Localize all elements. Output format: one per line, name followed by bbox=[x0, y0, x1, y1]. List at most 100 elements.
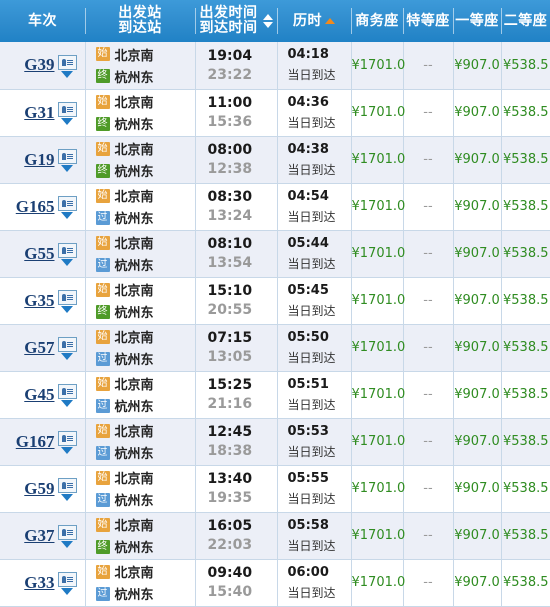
cell-first-price[interactable]: ¥907.0 bbox=[453, 559, 502, 607]
cell-business-price[interactable]: ¥1701.0 bbox=[351, 559, 405, 607]
chevron-down-icon[interactable] bbox=[61, 494, 73, 501]
cell-business-price[interactable]: ¥1701.0 bbox=[351, 465, 405, 513]
train-code-link[interactable]: G37 bbox=[24, 526, 54, 546]
column-header-duration[interactable]: 历时 bbox=[277, 0, 351, 42]
chevron-down-icon[interactable] bbox=[61, 118, 73, 125]
cell-premium-price[interactable]: -- bbox=[403, 559, 454, 607]
cell-first-price[interactable]: ¥907.0 bbox=[453, 324, 502, 372]
sort-control-times[interactable] bbox=[262, 14, 273, 28]
train-code-link[interactable]: G57 bbox=[24, 338, 54, 358]
train-detail-icon[interactable] bbox=[57, 525, 77, 540]
cell-first-price[interactable]: ¥907.0 bbox=[453, 465, 502, 513]
cell-premium-price[interactable]: -- bbox=[403, 230, 454, 278]
train-code-link[interactable]: G33 bbox=[24, 573, 54, 593]
cell-first-price[interactable]: ¥907.0 bbox=[453, 230, 502, 278]
cell-business-price[interactable]: ¥1701.0 bbox=[351, 371, 405, 419]
cell-business-price[interactable]: ¥1701.0 bbox=[351, 324, 405, 372]
cell-first-price[interactable]: ¥907.0 bbox=[453, 183, 502, 231]
cell-second-price[interactable]: ¥538.5 bbox=[501, 136, 550, 184]
table-row[interactable]: G31 始北京南终杭州东 11:00 15:36 04:36 当日到达 ¥1701.0 -- ¥… bbox=[0, 89, 550, 137]
cell-premium-price[interactable]: -- bbox=[403, 89, 454, 137]
train-code-link[interactable]: G167 bbox=[16, 432, 55, 452]
chevron-down-icon[interactable] bbox=[61, 447, 73, 454]
train-detail-icon[interactable] bbox=[57, 431, 77, 446]
train-detail-icon[interactable] bbox=[57, 243, 77, 258]
cell-second-price[interactable]: ¥538.5 bbox=[501, 559, 550, 607]
train-detail-icon[interactable] bbox=[57, 572, 77, 587]
train-code-link[interactable]: G165 bbox=[16, 197, 55, 217]
cell-second-price[interactable]: ¥538.5 bbox=[501, 418, 550, 466]
table-row[interactable]: G45 始北京南过杭州东 15:25 21:16 05:51 当日到达 ¥1701.0 -- ¥… bbox=[0, 371, 550, 419]
sort-ascending-icon[interactable] bbox=[262, 14, 273, 20]
train-code-link[interactable]: G31 bbox=[24, 103, 54, 123]
train-code-link[interactable]: G19 bbox=[24, 150, 54, 170]
cell-premium-price[interactable]: -- bbox=[403, 418, 454, 466]
column-header-second-class[interactable]: 二等座 bbox=[501, 0, 550, 42]
table-row[interactable]: G165 始北京南过杭州东 08:30 13:24 04:54 当日到达 ¥1701.0 --… bbox=[0, 183, 550, 231]
column-header-business-class[interactable]: 商务座 bbox=[351, 0, 403, 42]
cell-second-price[interactable]: ¥538.5 bbox=[501, 230, 550, 278]
train-detail-icon[interactable] bbox=[57, 384, 77, 399]
cell-premium-price[interactable]: -- bbox=[403, 183, 454, 231]
chevron-down-icon[interactable] bbox=[61, 165, 73, 172]
cell-second-price[interactable]: ¥538.5 bbox=[501, 42, 550, 90]
train-detail-icon[interactable] bbox=[57, 478, 77, 493]
table-row[interactable]: G35 始北京南终杭州东 15:10 20:55 05:45 当日到达 ¥1701.0 -- ¥… bbox=[0, 277, 550, 325]
cell-business-price[interactable]: ¥1701.0 bbox=[351, 42, 405, 90]
cell-second-price[interactable]: ¥538.5 bbox=[501, 465, 550, 513]
train-detail-icon[interactable] bbox=[57, 149, 77, 164]
cell-second-price[interactable]: ¥538.5 bbox=[501, 371, 550, 419]
column-header-premium-class[interactable]: 特等座 bbox=[403, 0, 453, 42]
train-detail-icon[interactable] bbox=[57, 54, 77, 70]
table-row[interactable]: G19 始北京南终杭州东 08:00 12:38 04:38 当日到达 ¥1701.0 -- ¥… bbox=[0, 136, 550, 184]
cell-premium-price[interactable]: -- bbox=[403, 465, 454, 513]
train-detail-icon[interactable] bbox=[57, 290, 77, 305]
chevron-down-icon[interactable] bbox=[61, 400, 73, 407]
cell-business-price[interactable]: ¥1701.0 bbox=[351, 418, 405, 466]
table-row[interactable]: G33 始北京南过杭州东 09:40 15:40 06:00 当日到达 ¥1701.0 -- ¥… bbox=[0, 559, 550, 607]
chevron-down-icon[interactable] bbox=[61, 588, 73, 595]
chevron-down-icon[interactable] bbox=[61, 212, 73, 219]
cell-premium-price[interactable]: -- bbox=[403, 277, 454, 325]
column-header-first-class[interactable]: 一等座 bbox=[453, 0, 501, 42]
train-code-link[interactable]: G59 bbox=[24, 479, 54, 499]
train-code-link[interactable]: G39 bbox=[24, 55, 54, 75]
cell-first-price[interactable]: ¥907.0 bbox=[453, 136, 502, 184]
column-header-times[interactable]: 出发时间 到达时间 bbox=[195, 0, 277, 42]
cell-second-price[interactable]: ¥538.5 bbox=[501, 89, 550, 137]
train-detail-icon[interactable] bbox=[57, 196, 77, 211]
sort-ascending-icon-active[interactable] bbox=[325, 18, 335, 24]
train-code-link[interactable]: G35 bbox=[24, 291, 54, 311]
table-row[interactable]: G39 始北京南终杭州东 19:04 23:22 04:18 当日到达 ¥1701.0 -- ¥… bbox=[0, 42, 550, 90]
cell-first-price[interactable]: ¥907.0 bbox=[453, 512, 502, 560]
cell-business-price[interactable]: ¥1701.0 bbox=[351, 183, 405, 231]
cell-premium-price[interactable]: -- bbox=[403, 136, 454, 184]
table-row[interactable]: G167 始北京南过杭州东 12:45 18:38 05:53 当日到达 ¥1701.0 --… bbox=[0, 418, 550, 466]
cell-second-price[interactable]: ¥538.5 bbox=[501, 277, 550, 325]
cell-first-price[interactable]: ¥907.0 bbox=[453, 277, 502, 325]
cell-premium-price[interactable]: -- bbox=[403, 371, 454, 419]
table-row[interactable]: G59 始北京南过杭州东 13:40 19:35 05:55 当日到达 ¥1701.0 -- ¥… bbox=[0, 465, 550, 513]
train-code-link[interactable]: G45 bbox=[24, 385, 54, 405]
cell-business-price[interactable]: ¥1701.0 bbox=[351, 136, 405, 184]
table-row[interactable]: G37 始北京南终杭州东 16:05 22:03 05:58 当日到达 ¥1701.0 -- ¥… bbox=[0, 512, 550, 560]
chevron-down-icon[interactable] bbox=[61, 259, 73, 266]
chevron-down-icon[interactable] bbox=[61, 353, 73, 360]
table-row[interactable]: G55 始北京南过杭州东 08:10 13:54 05:44 当日到达 ¥1701.0 -- ¥… bbox=[0, 230, 550, 278]
cell-business-price[interactable]: ¥1701.0 bbox=[351, 89, 405, 137]
cell-second-price[interactable]: ¥538.5 bbox=[501, 183, 550, 231]
column-header-train-code[interactable]: 车次 bbox=[0, 0, 85, 42]
train-code-link[interactable]: G55 bbox=[24, 244, 54, 264]
cell-first-price[interactable]: ¥907.0 bbox=[453, 89, 502, 137]
cell-premium-price[interactable]: -- bbox=[403, 42, 454, 90]
cell-business-price[interactable]: ¥1701.0 bbox=[351, 230, 405, 278]
cell-first-price[interactable]: ¥907.0 bbox=[453, 42, 502, 90]
train-detail-icon[interactable] bbox=[57, 337, 77, 352]
table-row[interactable]: G57 始北京南过杭州东 07:15 13:05 05:50 当日到达 ¥1701.0 -- ¥… bbox=[0, 324, 550, 372]
sort-descending-icon[interactable] bbox=[262, 22, 273, 28]
cell-premium-price[interactable]: -- bbox=[403, 324, 454, 372]
cell-first-price[interactable]: ¥907.0 bbox=[453, 371, 502, 419]
cell-first-price[interactable]: ¥907.0 bbox=[453, 418, 502, 466]
cell-second-price[interactable]: ¥538.5 bbox=[501, 512, 550, 560]
cell-business-price[interactable]: ¥1701.0 bbox=[351, 512, 405, 560]
